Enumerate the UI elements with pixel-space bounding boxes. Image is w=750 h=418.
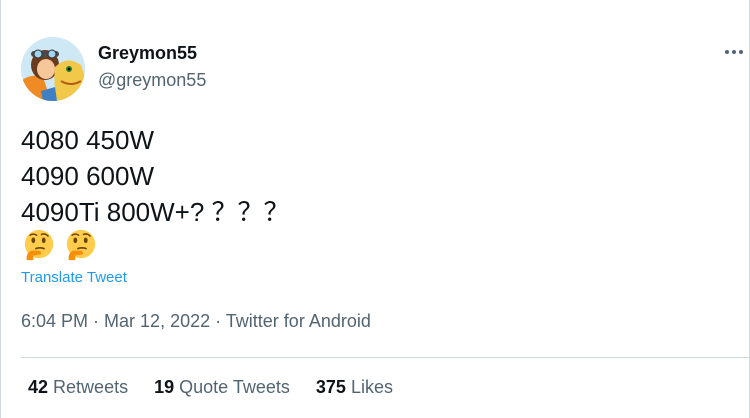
quote-tweets-stat[interactable]: 19 Quote Tweets (154, 377, 290, 398)
tweet-line: 4090 600W (21, 161, 154, 191)
tweet-text: 4080 450W 4090 600W 4090Ti 800W+? ？？？ (21, 122, 290, 230)
dot (725, 50, 729, 54)
tweet-line: 4090Ti 800W+? ？？？ (21, 197, 290, 227)
dot (732, 50, 736, 54)
translate-tweet-link[interactable]: Translate Tweet (21, 269, 127, 286)
retweets-count: 42 (28, 377, 49, 397)
tweet-line: 4080 450W (21, 125, 154, 155)
tweet-time[interactable]: 6:04 PM (21, 311, 88, 331)
divider (21, 357, 750, 358)
likes-label: Likes (350, 377, 393, 397)
thinking-face-icon (24, 229, 54, 261)
likes-count: 375 (315, 377, 346, 397)
quote-tweets-label: Quote Tweets (179, 377, 290, 397)
quote-tweets-count: 19 (154, 377, 175, 397)
tweet-source[interactable]: Twitter for Android (226, 311, 371, 331)
tweet-stats: 42 Retweets 19 Quote Tweets 375 Likes (28, 377, 393, 398)
author-handle[interactable]: @greymon55 (98, 70, 206, 91)
avatar-image (21, 37, 85, 101)
more-options-icon[interactable] (721, 42, 747, 62)
tweet-card: Greymon55 @greymon55 4080 450W 4090 600W… (0, 0, 750, 418)
avatar[interactable] (21, 37, 85, 101)
meta-separator: · (210, 311, 226, 331)
tweet-meta: 6:04 PM · Mar 12, 2022 · Twitter for And… (21, 311, 371, 332)
tweet-date[interactable]: Mar 12, 2022 (104, 311, 210, 331)
retweets-label: Retweets (53, 377, 129, 397)
dot (739, 50, 743, 54)
emoji-row (22, 228, 98, 262)
likes-stat[interactable]: 375 Likes (316, 377, 393, 398)
author-display-name[interactable]: Greymon55 (98, 43, 197, 64)
meta-separator: · (88, 311, 105, 331)
thinking-face-icon (66, 229, 96, 261)
retweets-stat[interactable]: 42 Retweets (28, 377, 128, 398)
